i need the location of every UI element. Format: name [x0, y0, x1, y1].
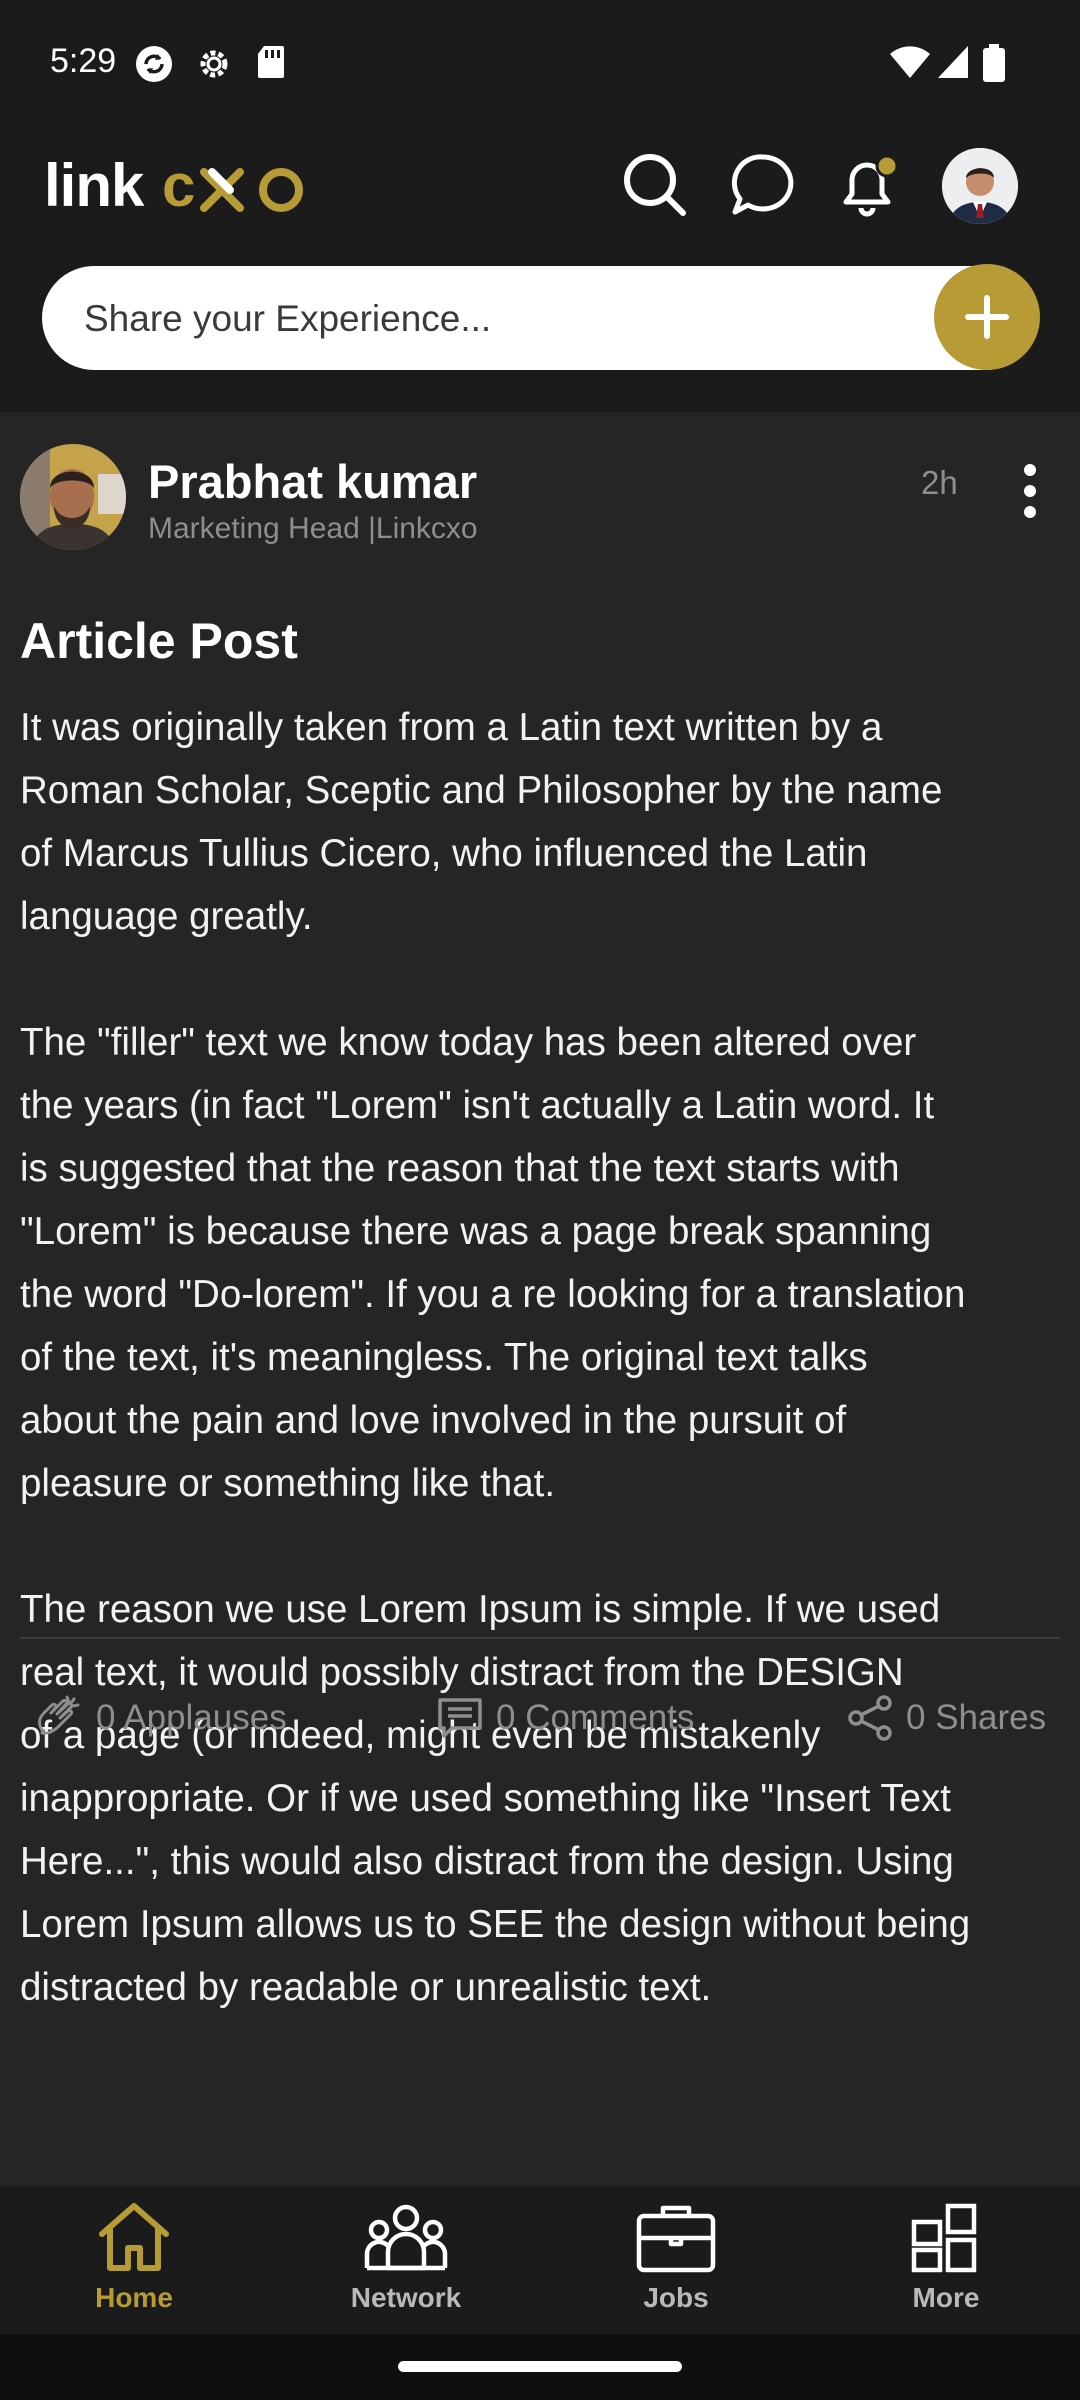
- bottom-navigation: Home Network Jobs More: [0, 2186, 1080, 2334]
- status-bar: 5:29: [0, 0, 1080, 130]
- add-post-button[interactable]: [934, 264, 1040, 370]
- nav-jobs-label: Jobs: [643, 2282, 709, 2313]
- status-time: 5:29: [50, 42, 117, 80]
- briefcase-icon: [636, 2205, 716, 2273]
- applause-count: 0 Applauses: [96, 1698, 287, 1737]
- wifi-icon: [890, 46, 930, 78]
- nav-network[interactable]: Network: [306, 2200, 506, 2314]
- applause-button[interactable]: 0 Applauses: [34, 1688, 287, 1748]
- chat-icon[interactable]: [728, 150, 798, 220]
- search-icon[interactable]: [620, 150, 690, 220]
- sync-status-icon: [136, 46, 172, 82]
- nav-home-label: Home: [95, 2282, 173, 2313]
- applause-icon: [38, 1695, 80, 1735]
- comment-count: 0 Comments: [496, 1698, 695, 1737]
- share-icon: [848, 1695, 892, 1741]
- author-title: Marketing Head |Linkcxo: [148, 512, 478, 545]
- plus-icon: [965, 295, 1009, 339]
- svg-text:c: c: [162, 156, 194, 216]
- grid-icon: [911, 2203, 977, 2273]
- svg-text:link: link: [44, 156, 145, 216]
- post-title: Article Post: [20, 613, 298, 669]
- author-avatar[interactable]: [20, 444, 126, 550]
- home-icon: [99, 2203, 169, 2271]
- bell-icon[interactable]: [832, 150, 902, 220]
- linkcxo-logo[interactable]: link c: [44, 156, 344, 216]
- share-button[interactable]: 0 Shares: [846, 1688, 1046, 1748]
- author-avatar-image: [20, 444, 126, 550]
- comment-button[interactable]: 0 Comments: [436, 1688, 694, 1748]
- signal-icon: [938, 46, 968, 78]
- nav-network-label: Network: [350, 2282, 462, 2313]
- author-name[interactable]: Prabhat kumar: [148, 454, 477, 509]
- nav-more-label: More: [912, 2282, 980, 2313]
- share-experience-input[interactable]: Share your Experience...: [42, 264, 1040, 370]
- post-divider: [20, 1637, 1060, 1639]
- share-placeholder: Share your Experience...: [84, 298, 492, 339]
- nav-home[interactable]: Home: [34, 2200, 234, 2314]
- nav-jobs[interactable]: Jobs: [576, 2200, 776, 2314]
- share-count: 0 Shares: [906, 1698, 1047, 1737]
- app-header: link c Share your Experience...: [0, 130, 1080, 412]
- battery-icon: [983, 44, 1005, 82]
- comment-icon: [438, 1698, 482, 1738]
- sd-card-status-icon: [258, 46, 284, 78]
- nav-more[interactable]: More: [846, 2200, 1046, 2314]
- network-icon: [364, 2204, 448, 2271]
- post-timestamp: 2h: [921, 464, 958, 501]
- home-gesture-bar[interactable]: [398, 2361, 682, 2372]
- profile-avatar-image: [942, 148, 1018, 224]
- profile-avatar[interactable]: [942, 148, 1018, 224]
- settings-status-icon: [200, 50, 228, 78]
- more-options-icon[interactable]: [1020, 464, 1040, 520]
- post-body: It was originally taken from a Latin tex…: [20, 706, 971, 2009]
